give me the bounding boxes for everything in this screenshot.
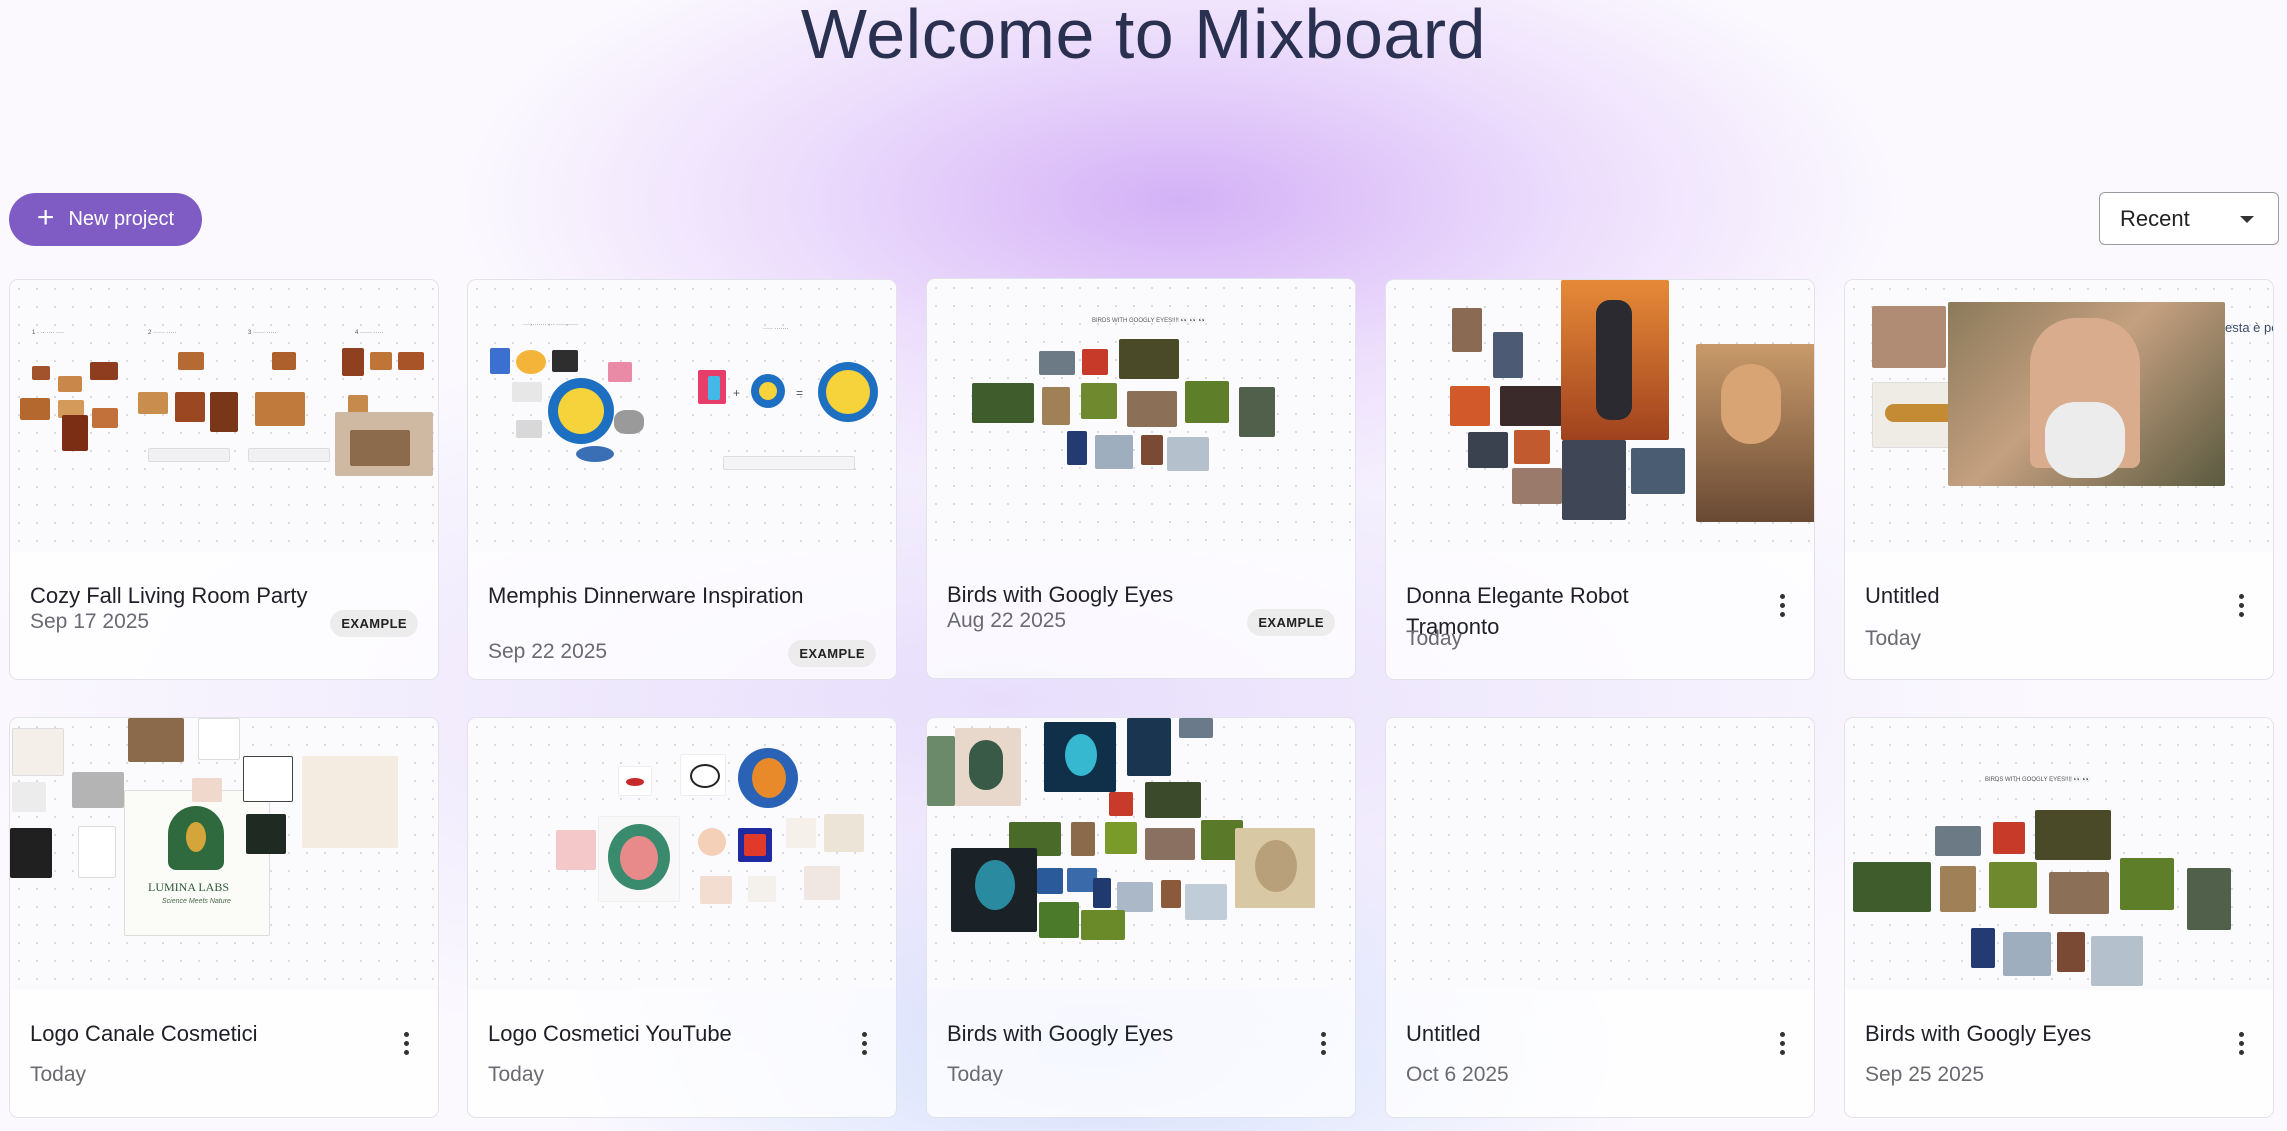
caret-down-icon [2240,216,2254,223]
example-badge: EXAMPLE [1247,609,1335,636]
project-thumbnail: BIRDS WITH GOOGLY EYES!!!! 👀 👀 👀 [927,279,1355,551]
project-card[interactable]: BIRDS WITH GOOGLY EYES!!!! 👀 👀 Birds wit… [1844,717,2274,1118]
project-thumbnail: LUMINA LABS Science Meets Nature [10,718,438,990]
project-card[interactable]: BIRDS WITH GOOGLY EYES!!!! 👀 👀 👀 Birds w… [926,278,1356,679]
project-name: Untitled [1406,1021,1481,1046]
more-vert-icon[interactable] [2231,1028,2251,1058]
thumbnail-caption: esta è pe [2225,320,2274,335]
project-name: Birds with Googly Eyes [947,582,1174,607]
more-vert-icon[interactable] [1313,1028,1333,1058]
project-card[interactable]: Untitled Oct 6 2025 [1385,717,1815,1118]
project-thumbnail [927,718,1355,990]
project-name: Cozy Fall Living Room Party [30,583,308,608]
project-date: Oct 6 2025 [1406,1063,1509,1086]
project-card[interactable]: 1 · ·· ···· ···· 2 ······ ····· 3 ······… [9,279,439,680]
project-name: Logo Canale Cosmetici [30,1021,258,1046]
project-date: Today [488,1063,545,1086]
project-date: Sep 22 2025 [488,640,608,663]
project-name: Memphis Dinnerware Inspiration [488,583,804,608]
project-date: Sep 17 2025 [30,610,150,633]
more-vert-icon[interactable] [1772,1028,1792,1058]
project-name: Birds with Googly Eyes [947,1021,1174,1046]
more-vert-icon[interactable] [854,1028,874,1058]
project-card[interactable]: Donna Elegante Robot Tramonto Today [1385,279,1815,680]
plus-icon: + [36,201,55,234]
more-vert-icon[interactable] [1772,590,1792,620]
project-name: Untitled [1865,583,1940,608]
thumbnail-caption: BIRDS WITH GOOGLY EYES!!!! 👀 👀 👀 [1092,318,1207,324]
project-card[interactable]: LUMINA LABS Science Meets Nature Logo Ca… [9,717,439,1118]
project-date: Sep 25 2025 [1865,1063,1985,1086]
thumbnail-subcaption: Science Meets Nature [162,898,231,905]
project-card[interactable]: Birds with Googly Eyes Today [926,717,1356,1118]
project-thumbnail [1386,280,1814,552]
project-thumbnail: 1 · ·· ···· ···· 2 ······ ····· 3 ······… [10,280,438,552]
project-thumbnail: esta è pe [1845,280,2274,552]
project-date: Today [947,1063,1004,1086]
thumbnail-caption: BIRDS WITH GOOGLY EYES!!!! 👀 👀 [1985,777,2091,783]
project-card[interactable]: esta è pe Untitled Today [1844,279,2274,680]
page-title: Welcome to Mixboard [800,0,1487,73]
project-thumbnail [468,718,896,990]
sort-select[interactable]: Recent [2099,192,2279,245]
project-date: Today [1406,627,1463,650]
project-name: Logo Cosmetici YouTube [488,1021,732,1046]
project-date: Today [1865,627,1922,650]
project-thumbnail: ··· ········ ··· ··········· ····· ·····… [468,280,896,552]
project-card[interactable]: ··· ········ ··· ··········· ····· ·····… [467,279,897,680]
project-thumbnail: BIRDS WITH GOOGLY EYES!!!! 👀 👀 [1845,718,2273,990]
new-project-button[interactable]: + New project [9,193,202,246]
project-date: Aug 22 2025 [947,609,1067,632]
more-vert-icon[interactable] [396,1028,416,1058]
thumbnail-caption: LUMINA LABS [148,880,230,894]
project-thumbnail [1386,718,1814,990]
project-date: Today [30,1063,87,1086]
example-badge: EXAMPLE [788,640,876,667]
example-badge: EXAMPLE [330,610,418,637]
more-vert-icon[interactable] [2231,590,2251,620]
project-name: Birds with Googly Eyes [1865,1021,2092,1046]
sort-value: Recent [2120,205,2190,231]
new-project-label: New project [68,208,175,230]
project-card[interactable]: Logo Cosmetici YouTube Today [467,717,897,1118]
